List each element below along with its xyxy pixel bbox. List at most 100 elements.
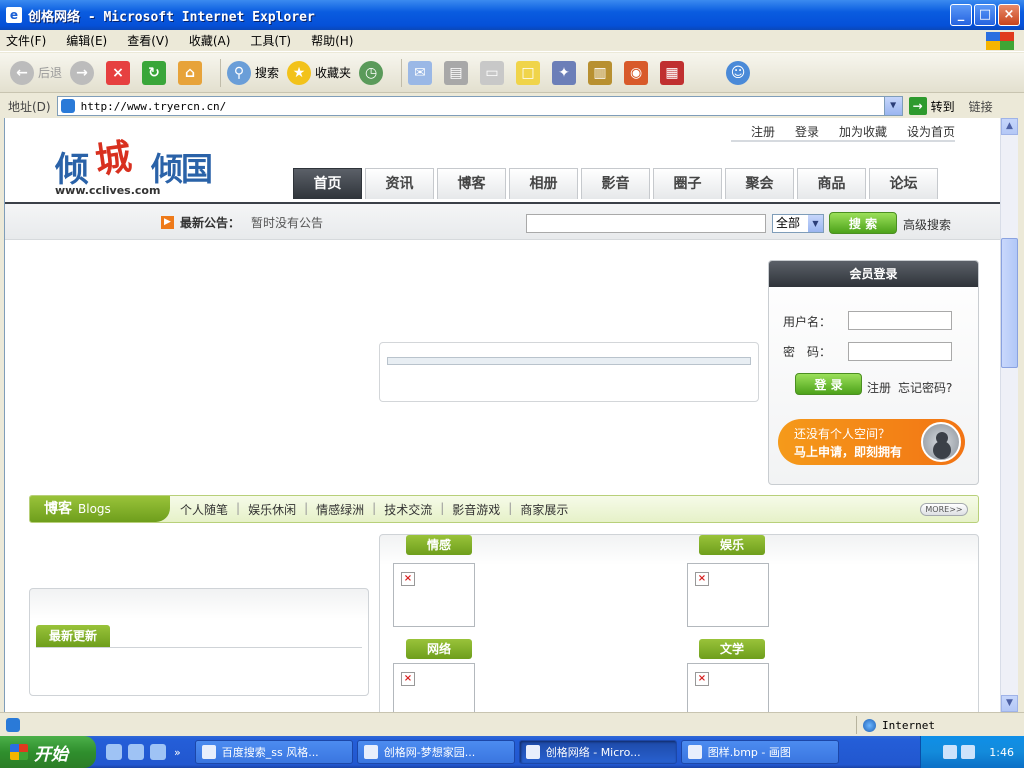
category-tab-network[interactable]: 网络	[406, 639, 472, 659]
clock[interactable]: 1:46	[989, 746, 1014, 759]
task-button[interactable]: 创格网-梦想家园...	[356, 740, 515, 764]
menu-view[interactable]: 查看(V)	[127, 32, 169, 49]
edit-button[interactable]: ▭	[480, 60, 508, 85]
site-search-input[interactable]	[526, 214, 766, 233]
search-scope-select[interactable]: 全部 ▼	[772, 214, 824, 233]
desktop-quicklaunch-icon[interactable]	[150, 744, 166, 760]
task-button-active[interactable]: 创格网络 - Micro...	[518, 740, 677, 764]
more-button[interactable]: MORE>>	[920, 503, 968, 516]
blog-category[interactable]: 娱乐休闲	[248, 501, 296, 518]
category-tab-entertainment[interactable]: 娱乐	[699, 535, 765, 555]
minimize-button[interactable]: _	[950, 4, 972, 26]
divider: |	[236, 501, 241, 515]
security-zone: Internet	[856, 716, 935, 734]
home-button[interactable]: ⌂	[178, 60, 206, 85]
users-icon: ☺	[726, 60, 751, 85]
history-button[interactable]: ◷	[359, 60, 387, 85]
media-quicklaunch-icon[interactable]	[128, 744, 144, 760]
password-input[interactable]	[848, 342, 952, 361]
advanced-search-link[interactable]: 高级搜索	[903, 216, 951, 233]
stop-button[interactable]: ×	[106, 60, 134, 85]
menu-file[interactable]: 文件(F)	[6, 32, 46, 49]
tab-circles[interactable]: 圈子	[653, 168, 722, 199]
menu-tools[interactable]: 工具(T)	[250, 32, 291, 49]
category-thumbnail[interactable]: ×	[687, 663, 769, 712]
messenger-button[interactable]: ✦	[552, 60, 580, 85]
task-button[interactable]: 百度搜索_ss 风格...	[194, 740, 353, 764]
tab-media[interactable]: 影音	[581, 168, 650, 199]
quick-launch: »	[106, 744, 181, 760]
category-thumbnail[interactable]: ×	[687, 563, 769, 627]
task-label: 百度搜索_ss 风格...	[221, 746, 319, 759]
blog-category[interactable]: 影音游戏	[452, 501, 500, 518]
tab-products[interactable]: 商品	[797, 168, 866, 199]
menu-favorites[interactable]: 收藏(A)	[189, 32, 231, 49]
users-button[interactable]: ☺	[726, 60, 754, 85]
link-set-homepage[interactable]: 设为首页	[907, 123, 955, 140]
menu-edit[interactable]: 编辑(E)	[66, 32, 107, 49]
blogs-bar: 博客 Blogs 个人随笔 | 娱乐休闲 | 情感绿洲 | 技术交流 | 影音游戏 | 商家…	[29, 495, 979, 523]
username-input[interactable]	[848, 311, 952, 330]
register-link[interactable]: 注册	[867, 379, 891, 396]
blog-category[interactable]: 情感绿洲	[316, 501, 364, 518]
scroll-down-icon[interactable]: ▼	[1001, 695, 1018, 712]
search-button[interactable]: ⚲ 搜索	[227, 60, 279, 85]
help-icon[interactable]	[943, 745, 958, 759]
close-button[interactable]: ×	[998, 4, 1020, 26]
tab-meetups[interactable]: 聚会	[725, 168, 794, 199]
tab-forum[interactable]: 论坛	[869, 168, 938, 199]
vertical-scrollbar[interactable]: ▲ ▼	[1000, 118, 1018, 712]
calendar-button[interactable]: ▦	[660, 60, 688, 85]
site-logo[interactable]: 倾 城 倾国 www.cclives.com	[53, 130, 233, 200]
blog-category[interactable]: 商家展示	[520, 501, 568, 518]
ie-quicklaunch-icon[interactable]	[106, 744, 122, 760]
blog-category[interactable]: 个人随笔	[180, 501, 228, 518]
address-bar: 地址(D) http://www.tryercn.cn/ ▼ → 转到 链接	[0, 94, 1024, 118]
go-button[interactable]: → 转到	[908, 97, 955, 115]
link-register[interactable]: 注册	[751, 123, 775, 140]
forward-button[interactable]: →	[70, 60, 98, 85]
mail-button[interactable]: ✉	[408, 60, 436, 85]
discuss-button[interactable]: □	[516, 60, 544, 85]
address-input[interactable]: http://www.tryercn.cn/ ▼	[56, 96, 903, 116]
contacts-button[interactable]: ◉	[624, 60, 652, 85]
blog-category[interactable]: 技术交流	[384, 501, 432, 518]
print-button[interactable]: ▤	[444, 60, 472, 85]
tab-blog[interactable]: 博客	[437, 168, 506, 199]
favorites-button[interactable]: ★ 收藏夹	[287, 60, 351, 85]
logo-char-2: 城	[92, 135, 135, 183]
network-icon[interactable]	[961, 745, 976, 759]
scroll-thumb[interactable]	[1001, 238, 1018, 368]
tab-album[interactable]: 相册	[509, 168, 578, 199]
address-url: http://www.tryercn.cn/	[80, 99, 227, 113]
task-button[interactable]: 图样.bmp - 画图	[680, 740, 839, 764]
address-dropdown-icon[interactable]: ▼	[883, 97, 902, 115]
chevron-right-icon[interactable]: »	[174, 746, 181, 759]
link-login[interactable]: 登录	[795, 123, 819, 140]
start-button[interactable]: 开始	[0, 736, 96, 768]
category-tab-literature[interactable]: 文学	[699, 639, 765, 659]
apply-space-banner[interactable]: 还没有个人空间？ 马上申请，即刻拥有	[778, 419, 965, 465]
back-button[interactable]: ← 后退	[10, 60, 63, 85]
category-box: 情感 娱乐 × × 网络 文学 × ×	[379, 534, 979, 712]
menu-help[interactable]: 帮助(H)	[311, 32, 353, 49]
site-search-button[interactable]: 搜 索	[829, 212, 897, 234]
category-thumbnail[interactable]: ×	[393, 563, 475, 627]
category-tab-emotion[interactable]: 情感	[406, 535, 472, 555]
tab-home[interactable]: 首页	[293, 168, 362, 199]
paint-icon	[687, 745, 702, 759]
back-label: 后退	[38, 66, 63, 80]
contact-icon: ◉	[624, 60, 649, 85]
maximize-button[interactable]: □	[974, 4, 996, 26]
login-button[interactable]: 登 录	[795, 373, 862, 395]
refresh-button[interactable]: ↻	[142, 60, 170, 85]
link-add-favorite[interactable]: 加为收藏	[839, 123, 887, 140]
research-button[interactable]: ▥	[588, 60, 616, 85]
tab-news[interactable]: 资讯	[365, 168, 434, 199]
forgot-password-link[interactable]: 忘记密码?	[898, 379, 952, 396]
links-button[interactable]: 链接	[969, 98, 993, 115]
category-thumbnail[interactable]: ×	[393, 663, 475, 712]
window-titlebar[interactable]: e 创格网络 - Microsoft Internet Explorer _ □…	[0, 0, 1024, 30]
scroll-up-icon[interactable]: ▲	[1001, 118, 1018, 135]
task-label: 创格网-梦想家园...	[383, 746, 476, 759]
